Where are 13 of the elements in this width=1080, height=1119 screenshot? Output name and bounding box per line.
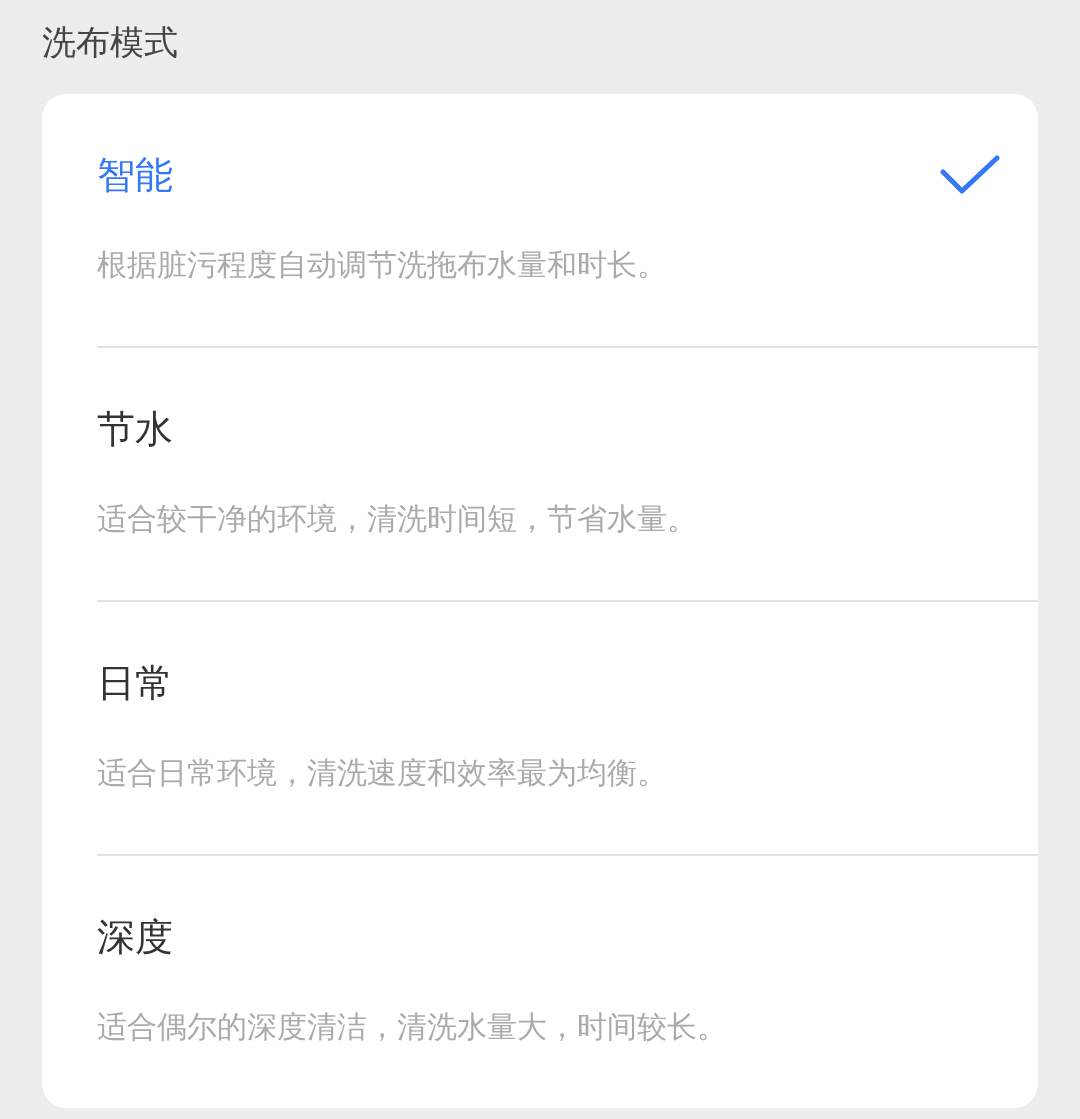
mode-name: 深度 (97, 914, 174, 961)
mode-description: 根据脏污程度自动调节洗拖布水量和时长。 (97, 246, 668, 284)
mode-option[interactable]: 节水 适合较干净的环境，清洗时间短，节省水量。 (97, 348, 1038, 602)
mode-option[interactable]: 智能 根据脏污程度自动调节洗拖布水量和时长。 (97, 94, 1038, 348)
mode-option[interactable]: 深度 适合偶尔的深度清洁，清洗水量大，时间较长。 (97, 856, 1038, 1108)
mode-option[interactable]: 日常 适合日常环境，清洗速度和效率最为均衡。 (97, 602, 1038, 856)
mode-name: 节水 (97, 406, 174, 453)
mode-name: 智能 (97, 152, 174, 199)
mode-description: 适合日常环境，清洗速度和效率最为均衡。 (97, 754, 668, 792)
mode-description: 适合较干净的环境，清洗时间短，节省水量。 (97, 500, 698, 538)
mode-name: 日常 (97, 660, 174, 707)
mode-description: 适合偶尔的深度清洁，清洗水量大，时间较长。 (97, 1008, 728, 1046)
section-title: 洗布模式 (42, 21, 179, 64)
